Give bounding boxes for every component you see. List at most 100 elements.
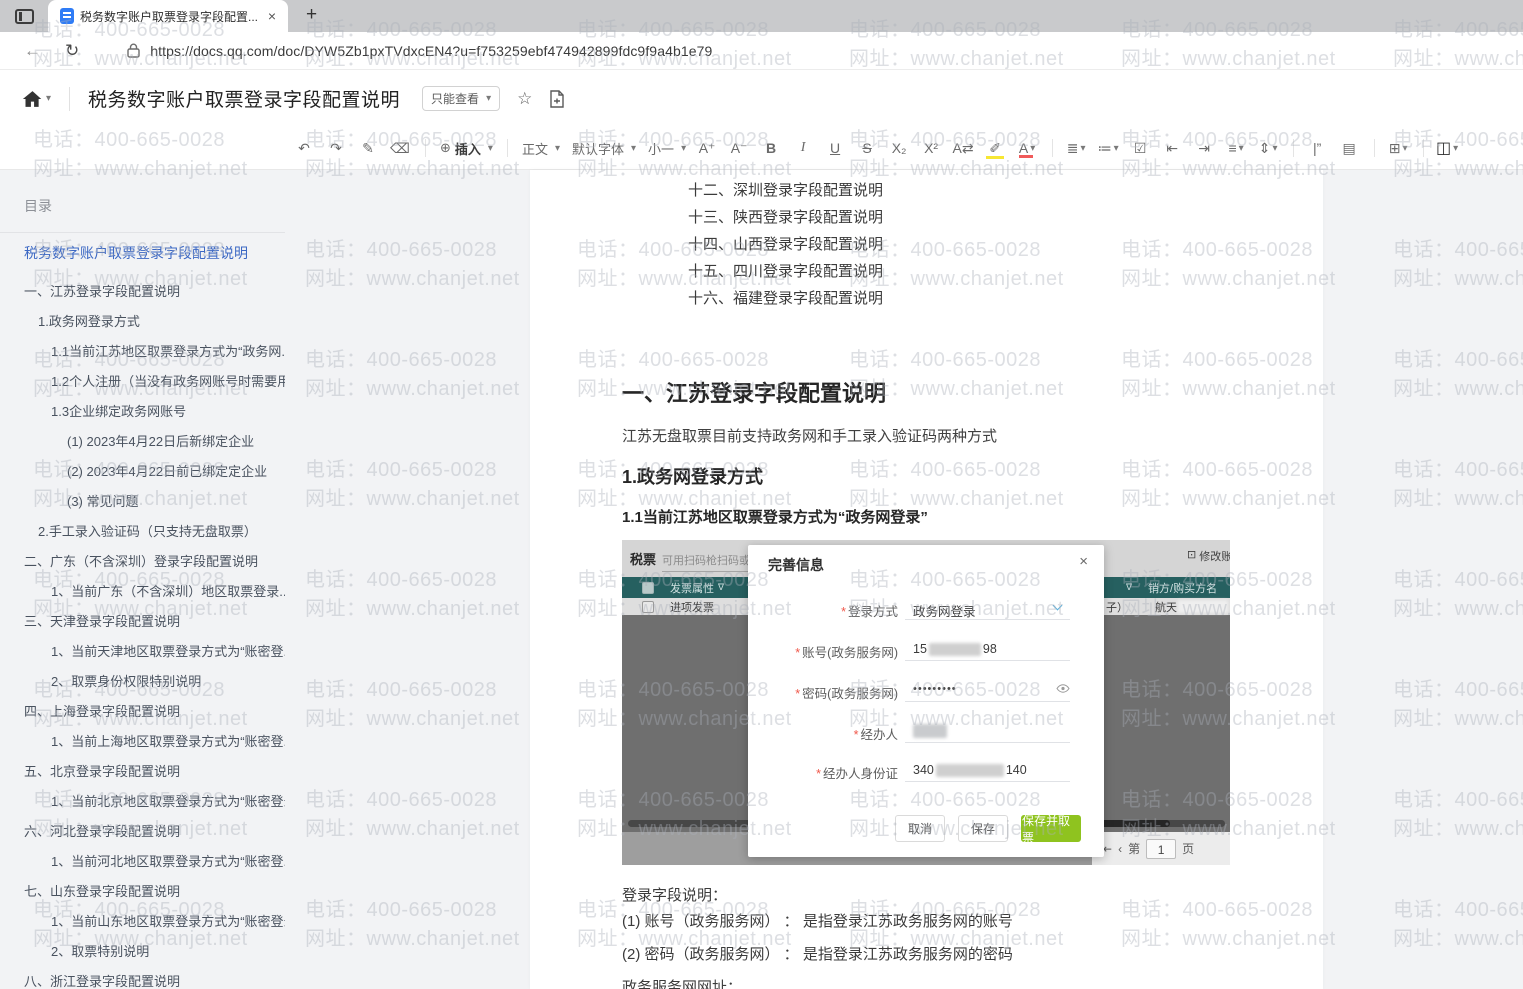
insert-button[interactable]: ⊕ 插入 ▾ [434,134,499,162]
undo-button[interactable]: ↶ [289,134,319,162]
required-asterisk: * [816,767,821,781]
agent-value [913,724,947,738]
tab-overview-icon[interactable] [15,9,34,24]
chevron-down-icon: ▾ [1272,142,1278,154]
font-color-button[interactable]: A ▾ [1012,134,1042,162]
chevron-down-icon [1052,600,1063,611]
input-underline [905,619,1070,620]
toc-item[interactable]: (1) 2023年4月22日后新绑定企业 [0,427,285,457]
line-height-button[interactable]: ⇕ ▾ [1253,134,1283,162]
toc-item[interactable]: (2) 2023年4月22日前已绑定定企业 [0,457,285,487]
redacted-text [928,642,981,656]
new-tab-button[interactable]: + [300,4,323,26]
bullet-list-button[interactable]: ≣ ▾ [1061,134,1091,162]
toc-item[interactable]: 1.2个人注册（当没有政务网账号时需要用... [0,367,285,397]
toc-item[interactable]: 七、山东登录字段配置说明 [0,877,285,907]
font-family-select[interactable]: 默认字体 ▾ [566,134,642,162]
redacted-text [935,763,1004,777]
toc-item[interactable]: 1、当前北京地区取票登录方式为“账密登录” [0,787,285,817]
toc-list: 一、江苏登录字段配置说明 1.政务网登录方式 1.1当前江苏地区取票登录方式为“… [0,277,285,989]
doc-toc-line[interactable]: 十六、福建登录字段配置说明 [688,285,1230,312]
highlight-pen-button[interactable]: ✐ [980,134,1010,162]
letter-spacing-button[interactable]: A⇄ [948,134,978,162]
paragraph-style-select[interactable]: 正文 ▾ [516,134,566,162]
doc-toc-line[interactable]: 十四、山西登录字段配置说明 [688,231,1230,258]
doc-toc-line[interactable]: 十二、深圳登录字段配置说明 [688,177,1230,204]
toc-item[interactable]: 1、当前广东（不含深圳）地区取票登录... [0,577,285,607]
toc-item[interactable]: 1、当前山东地区取票登录方式为“账密登录” [0,907,285,937]
url-text[interactable]: https://docs.qq.com/doc/DYW5Zb1pxTVdxcEN… [150,43,712,59]
toc-item[interactable]: 三、天津登录字段配置说明 [0,607,285,637]
divider [1293,139,1295,157]
format-painter-button[interactable]: ✎ [353,134,383,162]
italic-button[interactable]: I [788,134,818,162]
toc-item[interactable]: 2、取票身份权限特别说明 [0,667,285,697]
table-button[interactable]: ⊞ ▾ [1383,134,1413,162]
checklist-button[interactable]: ☑ [1125,134,1155,162]
field-label: 登录方式 [847,605,898,619]
outdent-button[interactable]: ⇤ [1157,134,1187,162]
filter-icon: ∇ [1126,582,1133,592]
note-line: (1) 账号（政务服务网） ： 是指登录江苏政务服务网的账号 [622,913,1013,930]
doc-toc-line[interactable]: 十五、四川登录字段配置说明 [688,258,1230,285]
quote-button[interactable]: |” [1302,134,1332,162]
toc-doc-title[interactable]: 税务数字账户取票登录字段配置说明 [24,243,285,263]
decrease-font-button[interactable]: A⁻ [724,134,754,162]
editor-toolbar: ↶ ↷ ✎ ⌫ ⊕ 插入 ▾ 正文 ▾ 默认字体 ▾ 小一 ▾ A⁺ A⁻ B … [0,127,1523,170]
id-suffix: 140 [1005,763,1027,777]
more-tools-button[interactable]: ◫ ▾ [1432,134,1462,162]
subscript-button[interactable]: X₂ [884,134,914,162]
strikethrough-button[interactable]: S [852,134,882,162]
permission-badge[interactable]: 只能查看 ▾ [422,86,501,111]
toc-item[interactable]: 1、当前上海地区取票登录方式为“账密登... [0,727,285,757]
numbered-list-button[interactable]: ≔ ▾ [1093,134,1123,162]
bold-button[interactable]: B [756,134,786,162]
doc-export-icon[interactable] [549,89,565,108]
toc-item[interactable]: 六、河北登录字段配置说明 [0,817,285,847]
save-and-fetch-button[interactable]: 保存并取票 [1021,814,1081,845]
field-label: 密码(政务服务网) [802,687,898,701]
checkbox-icon [642,581,654,594]
increase-font-button[interactable]: A⁺ [692,134,722,162]
toc-item[interactable]: (3) 常见问题 [0,487,285,517]
doc-toc-line[interactable]: 十三、陕西登录字段配置说明 [688,204,1230,231]
home-icon [22,89,43,109]
star-favorite-icon[interactable]: ☆ [517,89,532,109]
toc-item[interactable]: 1、当前河北地区取票登录方式为“账密登... [0,847,285,877]
chevron-down-icon: ▾ [1238,142,1244,154]
refresh-icon[interactable]: ↻ [65,41,79,61]
toc-item[interactable]: 五、北京登录字段配置说明 [0,757,285,787]
toc-item[interactable]: 一、江苏登录字段配置说明 [0,277,285,307]
highlight-block-button[interactable]: ▤ [1334,134,1364,162]
clear-format-button[interactable]: ⌫ [385,134,415,162]
back-icon[interactable]: ← [24,41,41,61]
divider [425,139,426,157]
redo-button[interactable]: ↷ [321,134,351,162]
browser-tab[interactable]: 税务数字账户取票登录字段配置... × [48,0,288,32]
toc-item[interactable]: 1.1当前江苏地区取票登录方式为“政务网... [0,337,285,367]
toc-item[interactable]: 2.手工录入验证码（只支持无盘取票） [0,517,285,547]
page-label-post: 页 [1182,842,1195,856]
chevron-down-icon: ▾ [487,142,493,154]
toc-item[interactable]: 1.3企业绑定政务网账号 [0,397,285,427]
toc-item[interactable]: 2、取票特别说明 [0,937,285,967]
cancel-button[interactable]: 取消 [895,815,945,842]
underline-button[interactable]: U [820,134,850,162]
field-agent-id: * 经办人身份证 340 140 [748,760,1104,784]
toc-item[interactable]: 1、当前天津地区取票登录方式为“账密登... [0,637,285,667]
save-button[interactable]: 保存 [958,815,1008,842]
insert-label: 插入 [454,141,481,157]
font-size-select[interactable]: 小一 ▾ [642,134,692,162]
tab-close-icon[interactable]: × [264,8,280,24]
align-button[interactable]: ≡ ▾ [1221,134,1251,162]
sub-sub-heading: 1.1当前江苏地区取票登录方式为“政务网登录” [622,509,928,526]
home-button[interactable]: ▾ [22,89,51,109]
toc-item[interactable]: 1.政务网登录方式 [0,307,285,337]
indent-button[interactable]: ⇥ [1189,134,1219,162]
toc-item[interactable]: 二、广东（不含深圳）登录字段配置说明 [0,547,285,577]
superscript-button[interactable]: X² [916,134,946,162]
chevron-down-icon: ▾ [554,142,560,154]
toc-item[interactable]: 八、浙江登录字段配置说明 [0,967,285,989]
column-invoice-property: 发票属性 [670,582,714,595]
toc-item[interactable]: 四、上海登录字段配置说明 [0,697,285,727]
